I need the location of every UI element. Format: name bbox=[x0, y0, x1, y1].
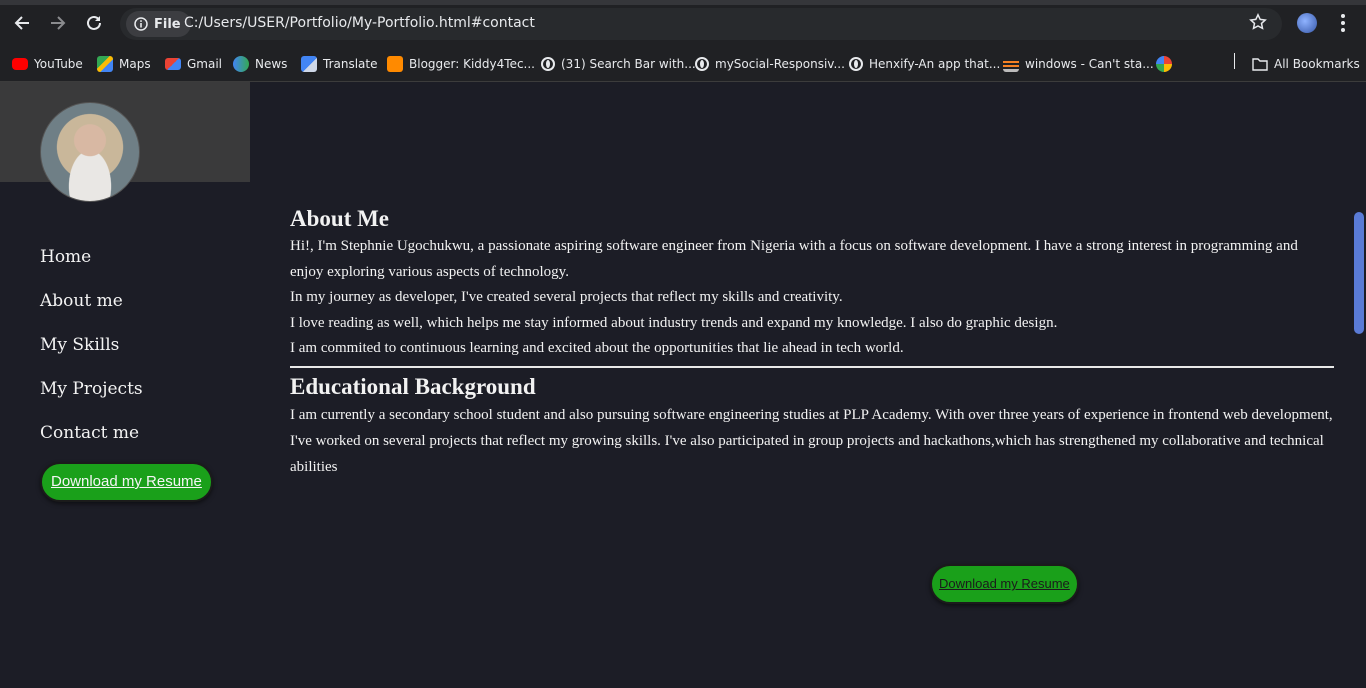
sidebar-nav: Home About me My Skills My Projects Cont… bbox=[40, 244, 143, 464]
sidebar-resume-button[interactable]: Download my Resume bbox=[40, 462, 213, 502]
section-divider bbox=[290, 366, 1334, 368]
about-paragraph: In my journey as developer, I've created… bbox=[290, 289, 843, 306]
profile-avatar-icon[interactable] bbox=[1297, 13, 1317, 33]
reload-button[interactable] bbox=[83, 12, 105, 34]
nav-about[interactable]: About me bbox=[40, 288, 143, 332]
menu-icon[interactable] bbox=[1340, 12, 1346, 34]
google-icon bbox=[1156, 56, 1172, 72]
address-bar[interactable]: File C:/Users/USER/Portfolio/My-Portfoli… bbox=[120, 8, 1282, 40]
globe-icon bbox=[849, 57, 863, 71]
news-icon bbox=[233, 56, 249, 72]
all-bookmarks[interactable]: All Bookmarks bbox=[1252, 54, 1360, 74]
bookmark-windows[interactable]: windows - Can't sta... bbox=[1003, 54, 1154, 74]
bookmark-label: mySocial-Responsiv... bbox=[715, 57, 845, 71]
page-scrollbar[interactable] bbox=[1352, 82, 1366, 688]
bookmark-label: Blogger: Kiddy4Tec... bbox=[409, 57, 535, 71]
all-bookmarks-label: All Bookmarks bbox=[1274, 57, 1360, 71]
bookmark-label: (31) Search Bar with... bbox=[561, 57, 696, 71]
nav-contact[interactable]: Contact me bbox=[40, 420, 143, 464]
bookmark-label: Maps bbox=[119, 57, 151, 71]
bookmark-label: YouTube bbox=[34, 57, 83, 71]
translate-icon bbox=[301, 56, 317, 72]
tab-strip bbox=[0, 0, 1366, 5]
url-text[interactable]: C:/Users/USER/Portfolio/My-Portfolio.htm… bbox=[184, 15, 535, 31]
bookmarks-separator bbox=[1234, 53, 1235, 69]
bookmark-star-icon[interactable] bbox=[1249, 13, 1267, 35]
bookmark-label: Henxify-An app that... bbox=[869, 57, 1001, 71]
youtube-icon bbox=[12, 58, 28, 70]
back-arrow-icon bbox=[14, 16, 29, 30]
bookmark-google[interactable] bbox=[1156, 54, 1172, 74]
bookmark-mysocial[interactable]: mySocial-Responsiv... bbox=[695, 54, 845, 74]
site-info-chip[interactable]: File bbox=[126, 11, 191, 37]
nav-skills[interactable]: My Skills bbox=[40, 332, 143, 376]
forward-arrow-icon bbox=[51, 16, 66, 30]
bookmark-label: Translate bbox=[323, 57, 378, 71]
bookmark-translate[interactable]: Translate bbox=[301, 54, 378, 74]
stackoverflow-icon bbox=[1003, 56, 1019, 72]
bookmark-youtube[interactable]: YouTube bbox=[12, 54, 83, 74]
bookmark-henxify[interactable]: Henxify-An app that... bbox=[849, 54, 1000, 74]
folder-icon bbox=[1252, 58, 1268, 71]
scrollbar-thumb[interactable] bbox=[1354, 212, 1364, 334]
about-section: About Me Hi!, I'm Stephnie Ugochukwu, a … bbox=[290, 204, 1334, 362]
forward-button[interactable] bbox=[47, 12, 69, 34]
browser-toolbar: File C:/Users/USER/Portfolio/My-Portfoli… bbox=[0, 0, 1366, 46]
bookmark-label: windows - Can't sta... bbox=[1025, 57, 1154, 71]
gmail-icon bbox=[165, 58, 181, 70]
bookmark-label: Gmail bbox=[187, 57, 223, 71]
bookmark-news[interactable]: News bbox=[233, 54, 287, 74]
bookmark-maps[interactable]: Maps bbox=[97, 54, 151, 74]
bookmarks-bar: YouTube Maps Gmail News Translate Blogge… bbox=[0, 46, 1366, 82]
about-paragraph: I love reading as well, which helps me s… bbox=[290, 314, 1058, 331]
bookmark-gmail[interactable]: Gmail bbox=[165, 54, 222, 74]
globe-icon bbox=[695, 57, 709, 71]
page-viewport: Home About me My Skills My Projects Cont… bbox=[0, 82, 1352, 688]
about-paragraph: I am commited to continuous learning and… bbox=[290, 340, 904, 357]
about-heading: About Me bbox=[290, 206, 390, 231]
education-section: Educational Background I am currently a … bbox=[290, 372, 1334, 480]
education-paragraph: I am currently a secondary school studen… bbox=[290, 407, 1333, 475]
profile-photo bbox=[40, 102, 140, 202]
bookmark-search-bar[interactable]: (31) Search Bar with... bbox=[541, 54, 696, 74]
main-resume-button[interactable]: Download my Resume bbox=[930, 564, 1079, 604]
education-heading: Educational Background bbox=[290, 374, 536, 399]
bookmark-label: News bbox=[255, 57, 288, 71]
scheme-label: File bbox=[154, 16, 181, 32]
info-icon bbox=[134, 17, 148, 31]
globe-icon bbox=[541, 57, 555, 71]
about-paragraph: Hi!, I'm Stephnie Ugochukwu, a passionat… bbox=[290, 238, 1298, 280]
back-button[interactable] bbox=[11, 12, 33, 34]
reload-icon bbox=[87, 15, 101, 30]
blogger-icon bbox=[387, 56, 403, 72]
nav-projects[interactable]: My Projects bbox=[40, 376, 143, 420]
maps-icon bbox=[97, 56, 113, 72]
bookmark-blogger[interactable]: Blogger: Kiddy4Tec... bbox=[387, 54, 535, 74]
nav-home[interactable]: Home bbox=[40, 244, 143, 288]
